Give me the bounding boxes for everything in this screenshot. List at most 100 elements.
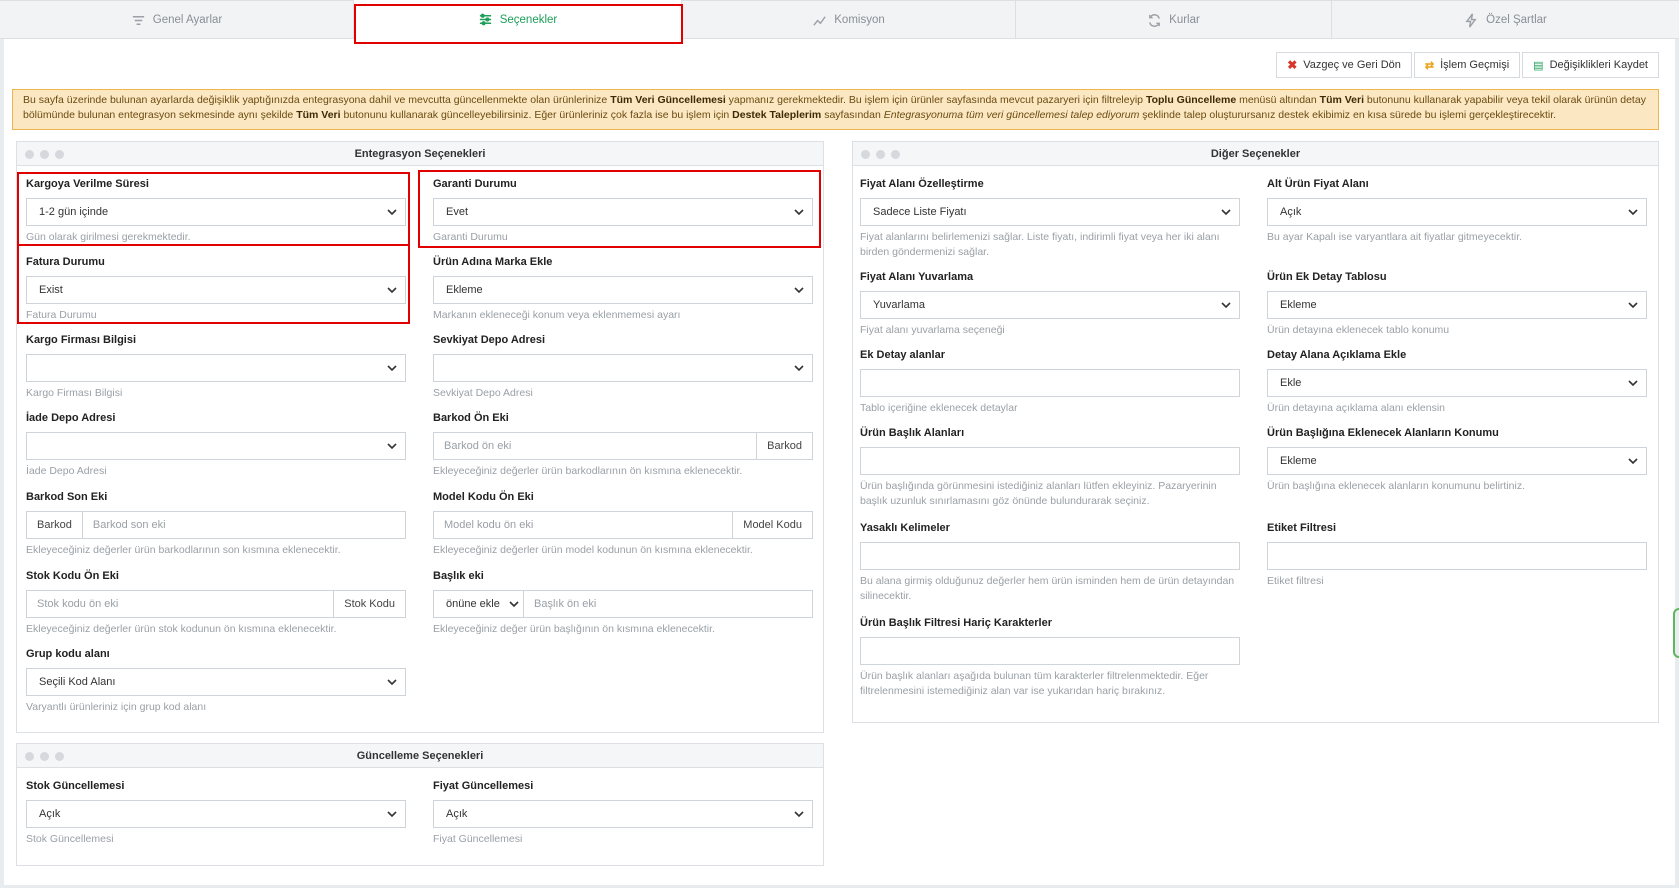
ek-detay-field: Ek Detay alanlar Tablo içeriğine eklenec… — [860, 349, 1240, 416]
garanti-field: Garanti Durumu Evet Garanti Durumu — [433, 178, 813, 245]
model-addon: Model Kodu — [732, 512, 812, 538]
sliders-lines-icon — [132, 15, 144, 25]
fatura-field: Fatura Durumu Exist Fatura Durumu — [26, 256, 406, 323]
database-icon: ▤ — [1533, 59, 1544, 72]
baslik-eki-position-select[interactable]: önüne ekle — [434, 591, 524, 617]
barkod-son-field: Barkod Son Eki Barkod Barkod son eki Ekle… — [26, 491, 406, 558]
tab-bar: Genel Ayarlar Seçenekler Komisyon Kurlar… — [0, 0, 1679, 39]
refresh-currency-icon — [1149, 13, 1161, 27]
fatura-select[interactable]: Exist — [26, 276, 406, 304]
barkod-on-field: Barkod Ön Eki Barkod ön eki Barkod Ekleye… — [433, 412, 813, 479]
window-dots — [25, 150, 64, 159]
chevron-down-icon — [387, 209, 397, 216]
yasakli-input[interactable] — [860, 542, 1240, 570]
chevron-down-icon — [387, 365, 397, 372]
tab-genel-ayarlar[interactable]: Genel Ayarlar — [0, 0, 354, 39]
history-button[interactable]: ⇄ İşlem Geçmişi — [1413, 52, 1521, 78]
panel-header: Diğer Seçenekler — [853, 142, 1658, 166]
grup-kodu-field: Grup kodu alanı Seçili Kod Alanı Varyant… — [26, 648, 406, 715]
kargo-sure-select[interactable]: 1-2 gün içinde — [26, 198, 406, 226]
tab-komisyon[interactable]: Komisyon — [682, 0, 1016, 39]
barkod-addon: Barkod — [756, 433, 812, 459]
chevron-down-icon — [387, 811, 397, 818]
fiyat-alani-select[interactable]: Sadece Liste Fiyatı — [860, 198, 1240, 226]
stok-on-field: Stok Kodu Ön Eki Stok kodu ön eki Stok Ko… — [26, 570, 406, 637]
panel-header: Güncelleme Seçenekleri — [17, 744, 823, 768]
model-on-field: Model Kodu Ön Eki Model kodu ön eki Model… — [433, 491, 813, 558]
ek-detay-tablo-select[interactable]: Ekleme — [1267, 291, 1647, 319]
chevron-down-icon — [794, 209, 804, 216]
chevron-down-icon — [1221, 302, 1231, 309]
toolbar: ✖ Vazgeç ve Geri Dön ⇄ İşlem Geçmişi ▤ D… — [1274, 52, 1659, 78]
sevkiyat-select[interactable] — [433, 354, 813, 382]
info-alert: Bu sayfa üzerinde bulunan ayarlarda deği… — [12, 89, 1659, 130]
alt-urun-field: Alt Ürün Fiyat Alanı Açık Bu ayar Kapalı… — [1267, 178, 1647, 245]
stok-on-input[interactable]: Stok kodu ön eki Stok Kodu — [26, 590, 406, 618]
iade-select[interactable] — [26, 432, 406, 460]
sevkiyat-field: Sevkiyat Depo Adresi Sevkiyat Depo Adres… — [433, 334, 813, 401]
iade-field: İade Depo Adresi İade Depo Adresi — [26, 412, 406, 479]
haric-input[interactable] — [860, 637, 1240, 665]
stok-addon: Stok Kodu — [333, 591, 405, 617]
close-icon: ✖ — [1287, 58, 1298, 72]
barkod-son-input[interactable]: Barkod Barkod son eki — [26, 511, 406, 539]
chevron-down-icon — [1628, 380, 1638, 387]
marka-select[interactable]: Ekleme — [433, 276, 813, 304]
chevron-down-icon — [1628, 302, 1638, 309]
aciklama-field: Detay Alana Açıklama Ekle Ekle Ürün deta… — [1267, 349, 1647, 416]
kargo-firma-select[interactable] — [26, 354, 406, 382]
ek-detay-tablo-field: Ürün Ek Detay Tablosu Ekleme Ürün detayı… — [1267, 271, 1647, 338]
chevron-down-icon — [794, 811, 804, 818]
model-on-input[interactable]: Model kodu ön eki Model Kodu — [433, 511, 813, 539]
fiyat-guncelleme-field: Fiyat Güncellemesi Açık Fiyat Güncelleme… — [433, 780, 813, 847]
kargo-sure-field: Kargoya Verilme Süresi 1-2 gün içinde Gü… — [26, 178, 406, 245]
tab-kurlar[interactable]: Kurlar — [1016, 0, 1332, 39]
barkod-on-input[interactable]: Barkod ön eki Barkod — [433, 432, 813, 460]
window-dots — [861, 150, 900, 159]
baslik-alanlari-field: Ürün Başlık Alanları Ürün başlığında gör… — [860, 427, 1240, 509]
stok-guncelleme-select[interactable]: Açık — [26, 800, 406, 828]
baslik-alanlari-input[interactable] — [860, 447, 1240, 475]
chevron-down-icon — [1221, 209, 1231, 216]
exchange-icon: ⇄ — [1424, 59, 1435, 72]
settings-sliders-icon — [479, 13, 491, 26]
panel-header: Entegrasyon Seçenekleri — [17, 142, 823, 166]
chevron-down-icon — [1628, 458, 1638, 465]
barkod-addon: Barkod — [27, 512, 83, 538]
haric-field: Ürün Başlık Filtresi Hariç Karakterler Ü… — [860, 617, 1240, 699]
stok-guncelleme-field: Stok Güncellemesi Açık Stok Güncellemesi — [26, 780, 406, 847]
marka-field: Ürün Adına Marka Ekle Ekleme Markanın ek… — [433, 256, 813, 323]
chevron-down-icon — [794, 287, 804, 294]
kargo-firma-field: Kargo Firması Bilgisi Kargo Firması Bilg… — [26, 334, 406, 401]
alt-urun-select[interactable]: Açık — [1267, 198, 1647, 226]
yasakli-field: Yasaklı Kelimeler Bu alana girmiş olduğu… — [860, 522, 1240, 604]
baslik-konum-select[interactable]: Ekleme — [1267, 447, 1647, 475]
chevron-down-icon — [1628, 209, 1638, 216]
etiket-input[interactable] — [1267, 542, 1647, 570]
tab-ozel-sartlar[interactable]: Özel Şartlar — [1332, 0, 1679, 39]
save-button[interactable]: ▤ Değişiklikleri Kaydet — [1522, 52, 1659, 78]
chevron-down-icon — [387, 443, 397, 450]
yuvarlama-field: Fiyat Alanı Yuvarlama Yuvarlama Fiyat al… — [860, 271, 1240, 338]
baslik-konum-field: Ürün Başlığına Eklenecek Alanların Konum… — [1267, 427, 1647, 494]
baslik-eki-input[interactable]: önüne ekle Başlık ön eki — [433, 590, 813, 618]
fiyat-alani-field: Fiyat Alanı Özelleştirme Sadece Liste Fi… — [860, 178, 1240, 260]
bolt-icon — [1465, 13, 1477, 27]
chevron-down-icon — [387, 287, 397, 294]
chevron-down-icon — [387, 679, 397, 686]
etiket-field: Etiket Filtresi Etiket filtresi — [1267, 522, 1647, 589]
tab-secenekler[interactable]: Seçenekler — [354, 0, 682, 39]
cancel-button[interactable]: ✖ Vazgeç ve Geri Dön — [1276, 52, 1412, 78]
side-scroll-handle[interactable] — [1673, 608, 1679, 658]
grup-kodu-select[interactable]: Seçili Kod Alanı — [26, 668, 406, 696]
chevron-down-icon — [509, 601, 519, 608]
baslik-eki-field: Başlık eki önüne ekle Başlık ön eki Ekle… — [433, 570, 813, 637]
window-dots — [25, 752, 64, 761]
chevron-down-icon — [794, 365, 804, 372]
aciklama-select[interactable]: Ekle — [1267, 369, 1647, 397]
chart-line-icon — [813, 15, 826, 26]
fiyat-guncelleme-select[interactable]: Açık — [433, 800, 813, 828]
ek-detay-input[interactable] — [860, 369, 1240, 397]
yuvarlama-select[interactable]: Yuvarlama — [860, 291, 1240, 319]
garanti-select[interactable]: Evet — [433, 198, 813, 226]
